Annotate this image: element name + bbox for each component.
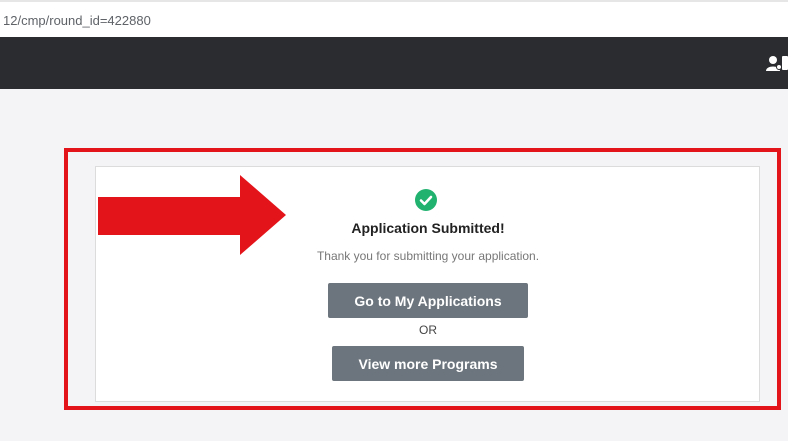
go-to-my-applications-button[interactable]: Go to My Applications [328, 283, 528, 318]
or-separator: OR [419, 323, 437, 337]
url-text[interactable]: 12/cmp/round_id=422880 [3, 13, 151, 28]
check-circle-icon [415, 189, 437, 211]
annotation-arrow-icon [98, 175, 286, 255]
user-award-icon[interactable] [764, 53, 784, 73]
top-navbar [0, 37, 788, 89]
nav-menu-label-cut[interactable] [782, 56, 788, 70]
view-more-programs-button[interactable]: View more Programs [332, 346, 524, 381]
address-bar[interactable]: 12/cmp/round_id=422880 [0, 0, 788, 39]
